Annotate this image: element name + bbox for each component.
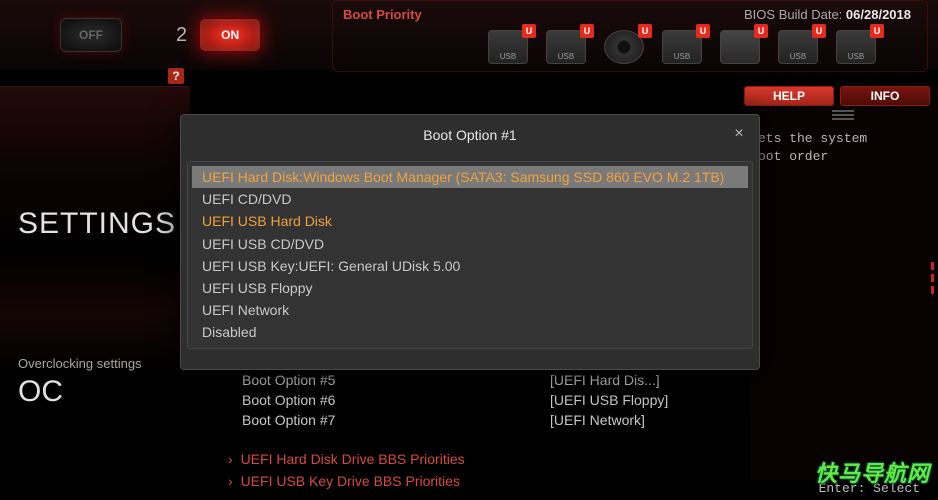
dvd-device-icon[interactable]: U	[604, 30, 644, 64]
grip-icon	[832, 110, 854, 120]
help-panel: HELP INFO ets the system oot order	[750, 86, 938, 480]
dialog-option-item[interactable]: UEFI Network	[192, 299, 748, 321]
sidebar-oc-sublabel: Overclocking settings	[18, 356, 190, 371]
usb-device-icon[interactable]: USBU	[662, 30, 702, 64]
help-icon[interactable]: ?	[168, 68, 184, 84]
usb-device-icon[interactable]: USBU	[836, 30, 876, 64]
uefi-badge-icon: U	[812, 24, 826, 38]
uefi-badge-icon: U	[696, 24, 710, 38]
toggle-off-button[interactable]: OFF	[60, 18, 122, 52]
toggle-on-button[interactable]: ON	[199, 18, 261, 52]
folder-device-icon[interactable]: U	[720, 30, 760, 64]
uefi-badge-icon: U	[870, 24, 884, 38]
sidebar-item-oc[interactable]: OC	[18, 375, 190, 409]
uefi-badge-icon: U	[580, 24, 594, 38]
close-button[interactable]: ×	[729, 125, 749, 145]
usb-device-icon[interactable]: USBU	[488, 30, 528, 64]
scroll-marks-icon	[924, 262, 934, 294]
boot-option-row[interactable]: Boot Option #5[UEFI Hard Dis...]	[200, 370, 743, 390]
bios-date-value: 06/28/2018	[846, 7, 911, 22]
bios-date-label: BIOS Build Date:	[744, 7, 842, 22]
dialog-option-item[interactable]: UEFI USB CD/DVD	[192, 233, 748, 255]
slot-number: 2	[176, 24, 187, 47]
bbs-priorities-link[interactable]: UEFI Hard Disk Drive BBS Priorities	[200, 448, 743, 470]
sidebar: SETTINGS Overclocking settings OC	[0, 86, 190, 500]
usb-device-icon[interactable]: USBU	[546, 30, 586, 64]
boot-device-icons: USBU USBU U USBU U USBU USBU	[488, 30, 917, 64]
dialog-option-item[interactable]: UEFI CD/DVD	[192, 188, 748, 210]
sidebar-item-settings[interactable]: SETTINGS	[18, 207, 190, 241]
uefi-badge-icon: U	[638, 24, 652, 38]
dialog-title: Boot Option #1 ×	[181, 115, 759, 155]
boot-option-dialog: Boot Option #1 × UEFI Hard Disk:Windows …	[180, 114, 760, 370]
dialog-option-item[interactable]: UEFI USB Hard Disk	[192, 210, 748, 232]
boot-option-row[interactable]: Boot Option #7[UEFI Network]	[200, 410, 743, 430]
watermark: 快马导航网	[815, 456, 930, 488]
boot-option-row[interactable]: Boot Option #6[UEFI USB Floppy]	[200, 390, 743, 410]
dialog-option-item[interactable]: UEFI Hard Disk:Windows Boot Manager (SAT…	[192, 166, 748, 188]
bios-build-date: BIOS Build Date: 06/28/2018	[744, 7, 911, 22]
bbs-priorities-link[interactable]: UEFI USB Key Drive BBS Priorities	[200, 470, 743, 492]
uefi-badge-icon: U	[522, 24, 536, 38]
tab-help[interactable]: HELP	[744, 86, 834, 106]
dialog-option-list: UEFI Hard Disk:Windows Boot Manager (SAT…	[187, 161, 753, 349]
dialog-option-item[interactable]: UEFI USB Floppy	[192, 277, 748, 299]
uefi-badge-icon: U	[754, 24, 768, 38]
tab-info[interactable]: INFO	[840, 86, 930, 106]
boot-priority-panel: Boot Priority BIOS Build Date: 06/28/201…	[332, 0, 928, 72]
dialog-option-item[interactable]: UEFI USB Key:UEFI: General UDisk 5.00	[192, 255, 748, 277]
usb-device-icon[interactable]: USBU	[778, 30, 818, 64]
dialog-option-item[interactable]: Disabled	[192, 321, 748, 343]
